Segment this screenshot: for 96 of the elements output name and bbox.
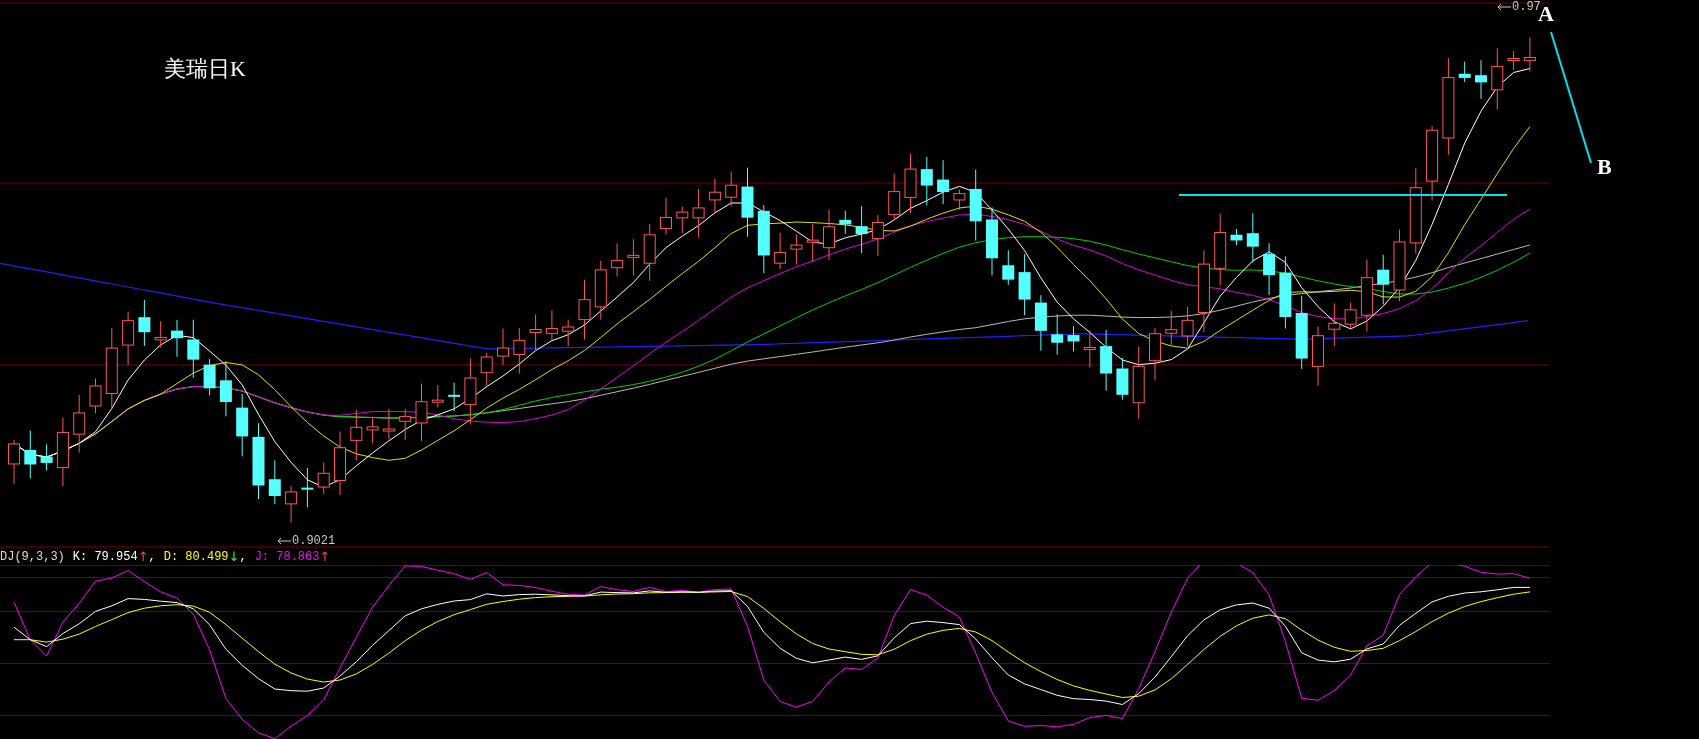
candlestick [154, 320, 167, 349]
candlestick [1523, 36, 1536, 73]
candlestick [1246, 212, 1259, 264]
candlestick [741, 167, 754, 238]
candlestick [1312, 326, 1324, 387]
candlestick [1018, 253, 1031, 316]
candlestick [334, 431, 346, 496]
candlestick [692, 188, 705, 239]
candlestick [1051, 313, 1064, 356]
candlestick [1100, 329, 1113, 392]
candlestick [350, 409, 363, 461]
pointer-arrow-icon [277, 537, 291, 545]
price-label: 0.97 [1512, 0, 1541, 14]
candlestick [1116, 357, 1129, 401]
candlestick [578, 279, 591, 341]
candlestick [366, 417, 379, 444]
indicator-value: D: 80.499 [163, 549, 229, 564]
candlestick [431, 384, 444, 408]
candlestick [187, 319, 200, 379]
candlestick [562, 319, 575, 347]
candlestick [1083, 329, 1096, 369]
candlestick [89, 378, 102, 414]
candlestick [382, 408, 395, 440]
candlestick [1002, 249, 1015, 286]
candlestick [497, 328, 509, 366]
candlestick [529, 314, 542, 351]
candlestick [953, 189, 966, 211]
candlestick [643, 223, 656, 282]
candlestick [888, 172, 901, 221]
candlestick [1149, 327, 1161, 381]
candlestick [448, 382, 461, 412]
indicator-value: J: 78.863 [254, 549, 320, 564]
candlestick [236, 393, 249, 457]
candlestick [171, 319, 183, 358]
trend-arrow: ↑ [137, 549, 149, 564]
candlestick [986, 206, 998, 276]
candlestick [513, 327, 526, 374]
indicator-value: K: 79.954 [72, 549, 138, 564]
candlestick [1491, 47, 1504, 110]
trend-arrow: ↓ [228, 549, 240, 564]
trend-arrow: ↑ [319, 549, 331, 564]
candlestick [203, 358, 216, 396]
candlestick [285, 485, 298, 524]
candlestick [1377, 254, 1390, 305]
candlestick [790, 233, 803, 265]
candlestick [823, 209, 835, 261]
indicator-name: DJ(9,3,3) [0, 549, 65, 564]
candlestick [594, 260, 607, 321]
separator: , [148, 549, 156, 564]
candlestick [1067, 325, 1080, 352]
candlestick [1263, 242, 1276, 296]
candlestick [1230, 228, 1243, 246]
candlestick [839, 210, 852, 235]
candlestick [937, 159, 950, 205]
candlestick [268, 459, 281, 505]
chart-title: 美瑞日K [164, 56, 246, 82]
pointer-arrow-icon [1497, 3, 1511, 11]
candlestick [855, 205, 868, 254]
candlestick [545, 309, 558, 341]
candlestick [708, 178, 721, 214]
candlestick [774, 232, 787, 270]
candlestick [806, 223, 819, 263]
candlestick [399, 408, 412, 441]
candlestick [122, 311, 135, 366]
candlestick [1344, 301, 1357, 330]
candlestick [24, 430, 37, 479]
candlestick [317, 462, 330, 495]
candlestick [611, 242, 624, 278]
candlestick [627, 238, 640, 276]
candlestick [301, 467, 314, 508]
candlestick [920, 156, 933, 206]
candlestick [676, 205, 689, 234]
candlestick [219, 360, 232, 417]
candlestick [480, 352, 493, 387]
separator: , [239, 549, 247, 564]
candlestick [1475, 59, 1487, 100]
candlestick [757, 204, 770, 274]
candlestick [8, 439, 20, 485]
price-label: 0.9021 [292, 534, 336, 548]
candlestick [464, 358, 477, 426]
candlestick [660, 197, 672, 236]
candlestick [871, 214, 884, 257]
candlestick [1165, 310, 1178, 346]
candlestick [1458, 61, 1471, 83]
candlestick [56, 416, 69, 487]
candlestick [904, 153, 917, 214]
candlestick [138, 299, 151, 347]
candlestick [1507, 50, 1520, 71]
candlestick [73, 394, 86, 454]
candlestick [40, 443, 53, 472]
candlestick [725, 171, 738, 207]
candlestick [1034, 294, 1047, 352]
candlestick [1328, 302, 1341, 347]
candlestick [1181, 306, 1194, 347]
candlestick [415, 383, 428, 442]
point-label: B [1597, 155, 1612, 179]
